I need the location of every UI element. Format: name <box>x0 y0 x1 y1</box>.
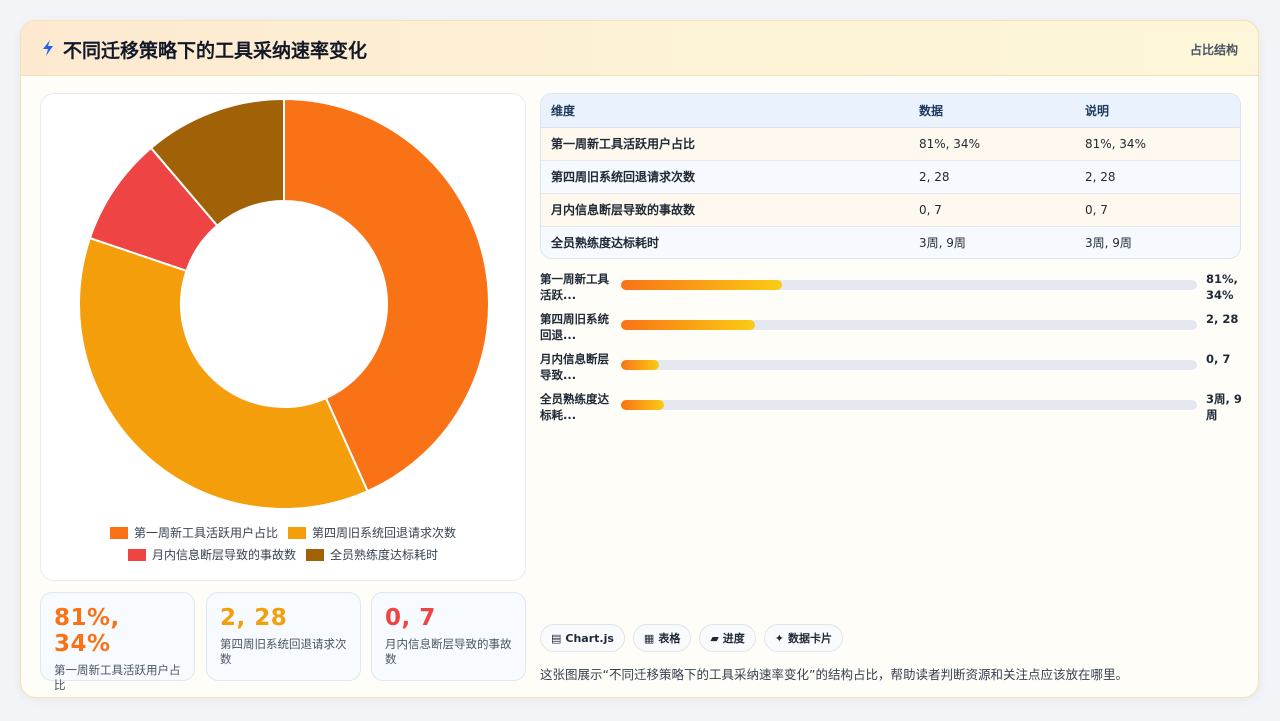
chip-label: 进度 <box>722 632 745 645</box>
progress-fill <box>621 320 756 330</box>
page-title: 不同迁移策略下的工具采纳速率变化 <box>63 40 368 62</box>
kpi-label: 第四周旧系统回退请求次数 <box>220 637 347 666</box>
card-header: 不同迁移策略下的工具采纳速率变化 占比结构 <box>21 21 1258 76</box>
progress-value: 0, 7 <box>1206 352 1231 366</box>
progress-row: 第四周旧系统回退... 2, 28 <box>540 311 1241 345</box>
table-cell: 2, 28 <box>909 160 1075 194</box>
chart-description: 这张图展示“不同迁移策略下的工具采纳速率变化”的结构占比，帮助读者判断资源和关注… <box>540 667 1128 682</box>
chip-label: 数据卡片 <box>788 632 833 645</box>
legend-item[interactable]: 全员熟练度达标耗时 <box>306 544 438 566</box>
legend-label: 全员熟练度达标耗时 <box>330 548 439 562</box>
chip-data-cards[interactable]: ✦ 数据卡片 <box>763 624 844 652</box>
chart-icon: ▤ <box>551 631 562 645</box>
kpi-label: 月内信息断层导致的事故数 <box>385 637 512 666</box>
kpi-value: 0, 7 <box>385 605 436 631</box>
table-cell: 第四周旧系统回退请求次数 <box>541 160 909 194</box>
progress-track <box>621 280 1197 290</box>
legend-swatch <box>109 527 128 539</box>
column-header: 说明 <box>1075 94 1240 128</box>
sparkle-icon: ✦ <box>774 631 785 645</box>
doughnut-chart-panel: 第一周新工具活跃用户占比 第四周旧系统回退请求次数 月内信息断层导致的事故数 全… <box>40 93 526 581</box>
kpi-card: 2, 28 第四周旧系统回退请求次数 <box>206 592 361 681</box>
chip-label: Chart.js <box>565 631 614 645</box>
legend-item[interactable]: 第四周旧系统回退请求次数 <box>288 522 456 544</box>
legend-label: 月内信息断层导致的事故数 <box>151 548 296 562</box>
chart-card: 不同迁移策略下的工具采纳速率变化 占比结构 第一周新工具活跃用户占比 第四周旧系… <box>20 20 1259 698</box>
kpi-card: 81%, 34% 第一周新工具活跃用户占比 <box>40 592 195 692</box>
progress-value: 81%, 34% <box>1206 272 1238 302</box>
progress-fill <box>621 280 783 290</box>
doughnut-slice[interactable] <box>78 236 369 510</box>
progress-value: 2, 28 <box>1206 312 1239 326</box>
legend-label: 第四周旧系统回退请求次数 <box>312 526 457 540</box>
legend-item[interactable]: 月内信息断层导致的事故数 <box>127 544 296 566</box>
feature-chips: ▤ Chart.js ▦ 表格 ▰ 进度 ✦ 数据卡片 <box>540 624 844 652</box>
table-cell: 0, 7 <box>909 193 1075 227</box>
chip-chartjs[interactable]: ▤ Chart.js <box>540 624 625 652</box>
legend-swatch <box>288 527 306 539</box>
bolt-icon <box>43 40 53 56</box>
progress-row: 第一周新工具活跃... 81%, 34% <box>540 271 1241 305</box>
table-header-row: 维度 数据 说明 <box>541 94 1240 128</box>
table-cell: 全员熟练度达标耗时 <box>541 226 909 258</box>
table-cell: 81%, 34% <box>1075 127 1240 161</box>
progress-row: 月内信息断层导致... 0, 7 <box>540 351 1241 385</box>
table-cell: 3周, 9周 <box>909 226 1075 258</box>
progress-fill <box>621 360 660 370</box>
doughnut-chart <box>78 97 490 510</box>
table-cell: 第一周新工具活跃用户占比 <box>541 127 909 161</box>
progress-track <box>621 360 1197 370</box>
progress-row: 全员熟练度达标耗... 3周, 9周 <box>540 391 1242 425</box>
legend-label: 第一周新工具活跃用户占比 <box>133 526 278 540</box>
table-cell: 3周, 9周 <box>1075 226 1240 258</box>
legend-swatch <box>127 549 146 561</box>
header-tag: 占比结构 <box>1189 43 1238 57</box>
table-row: 全员熟练度达标耗时 3周, 9周 3周, 9周 <box>541 226 1240 258</box>
progress-fill <box>621 400 664 410</box>
progress-track <box>621 400 1197 410</box>
column-header: 数据 <box>909 94 1075 128</box>
table-icon: ▦ <box>643 631 655 645</box>
kpi-value: 81%, 34% <box>54 605 120 657</box>
progress-label: 第四周旧系统回退... <box>540 312 609 342</box>
table-row: 第一周新工具活跃用户占比 81%, 34% 81%, 34% <box>541 127 1240 161</box>
progress-value: 3周, 9周 <box>1206 392 1242 422</box>
chip-label: 表格 <box>658 632 681 645</box>
legend-item[interactable]: 第一周新工具活跃用户占比 <box>109 522 278 544</box>
chip-progress[interactable]: ▰ 进度 <box>699 624 756 652</box>
table-cell: 月内信息断层导致的事故数 <box>541 193 909 227</box>
chart-legend: 第一周新工具活跃用户占比 第四周旧系统回退请求次数 月内信息断层导致的事故数 全… <box>41 522 525 566</box>
column-header: 维度 <box>541 94 909 128</box>
kpi-label: 第一周新工具活跃用户占比 <box>54 663 181 692</box>
legend-swatch <box>306 549 324 561</box>
kpi-card: 0, 7 月内信息断层导致的事故数 <box>371 592 526 681</box>
data-table: 维度 数据 说明 第一周新工具活跃用户占比 81%, 34% 81%, 34% … <box>540 93 1241 259</box>
kpi-value: 2, 28 <box>220 605 288 631</box>
progress-icon: ▰ <box>710 631 719 645</box>
table-row: 月内信息断层导致的事故数 0, 7 0, 7 <box>541 193 1240 227</box>
table-cell: 2, 28 <box>1075 160 1240 194</box>
progress-track <box>621 320 1197 330</box>
table-cell: 0, 7 <box>1075 193 1240 227</box>
progress-label: 月内信息断层导致... <box>540 352 609 382</box>
progress-label: 全员熟练度达标耗... <box>540 392 609 422</box>
table-cell: 81%, 34% <box>909 127 1075 161</box>
progress-label: 第一周新工具活跃... <box>540 272 609 302</box>
table-row: 第四周旧系统回退请求次数 2, 28 2, 28 <box>541 160 1240 194</box>
chip-table[interactable]: ▦ 表格 <box>632 624 692 652</box>
